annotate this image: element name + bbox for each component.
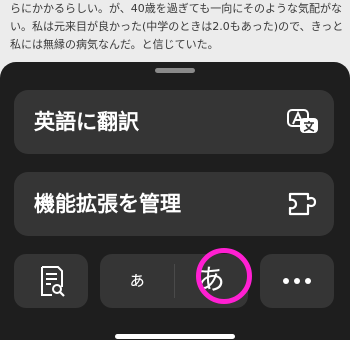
article-text: らにかかるらしい。が、40歳を過ぎても一向にそのような気配がな い。私は元来目が… — [10, 0, 344, 54]
font-size-control: ぁ あ — [100, 248, 252, 308]
extensions-label: 機能拡張を管理 — [34, 192, 181, 216]
translate-icon — [286, 108, 320, 136]
page-menu-sheet: 英語に翻訳 機能拡張を管理 ぁ あ — [0, 62, 350, 340]
reader-view-button[interactable] — [14, 254, 88, 308]
article-line: らにかかるらしい。が、40歳を過ぎても一向にそのような気配がな — [10, 2, 343, 15]
translate-button[interactable]: 英語に翻訳 — [14, 90, 334, 154]
more-button[interactable] — [260, 254, 334, 308]
translate-label: 英語に翻訳 — [34, 110, 139, 134]
sheet-grabber[interactable] — [155, 68, 195, 73]
ellipsis-icon — [260, 254, 334, 308]
reader-view-icon — [41, 266, 65, 297]
article-line: い。私は元来目が良かった(中学のときは2.0もあった)ので、きっと — [10, 20, 344, 33]
manage-extensions-button[interactable]: 機能拡張を管理 — [14, 172, 334, 236]
article-line: 私には無縁の病気なんだ。と信じていた。 — [10, 38, 219, 51]
highlight-ring — [196, 248, 252, 304]
home-indicator[interactable] — [115, 334, 235, 339]
toolbar-row: ぁ あ — [14, 248, 334, 308]
decrease-font-button[interactable]: ぁ — [100, 254, 174, 308]
puzzle-icon — [286, 190, 320, 218]
